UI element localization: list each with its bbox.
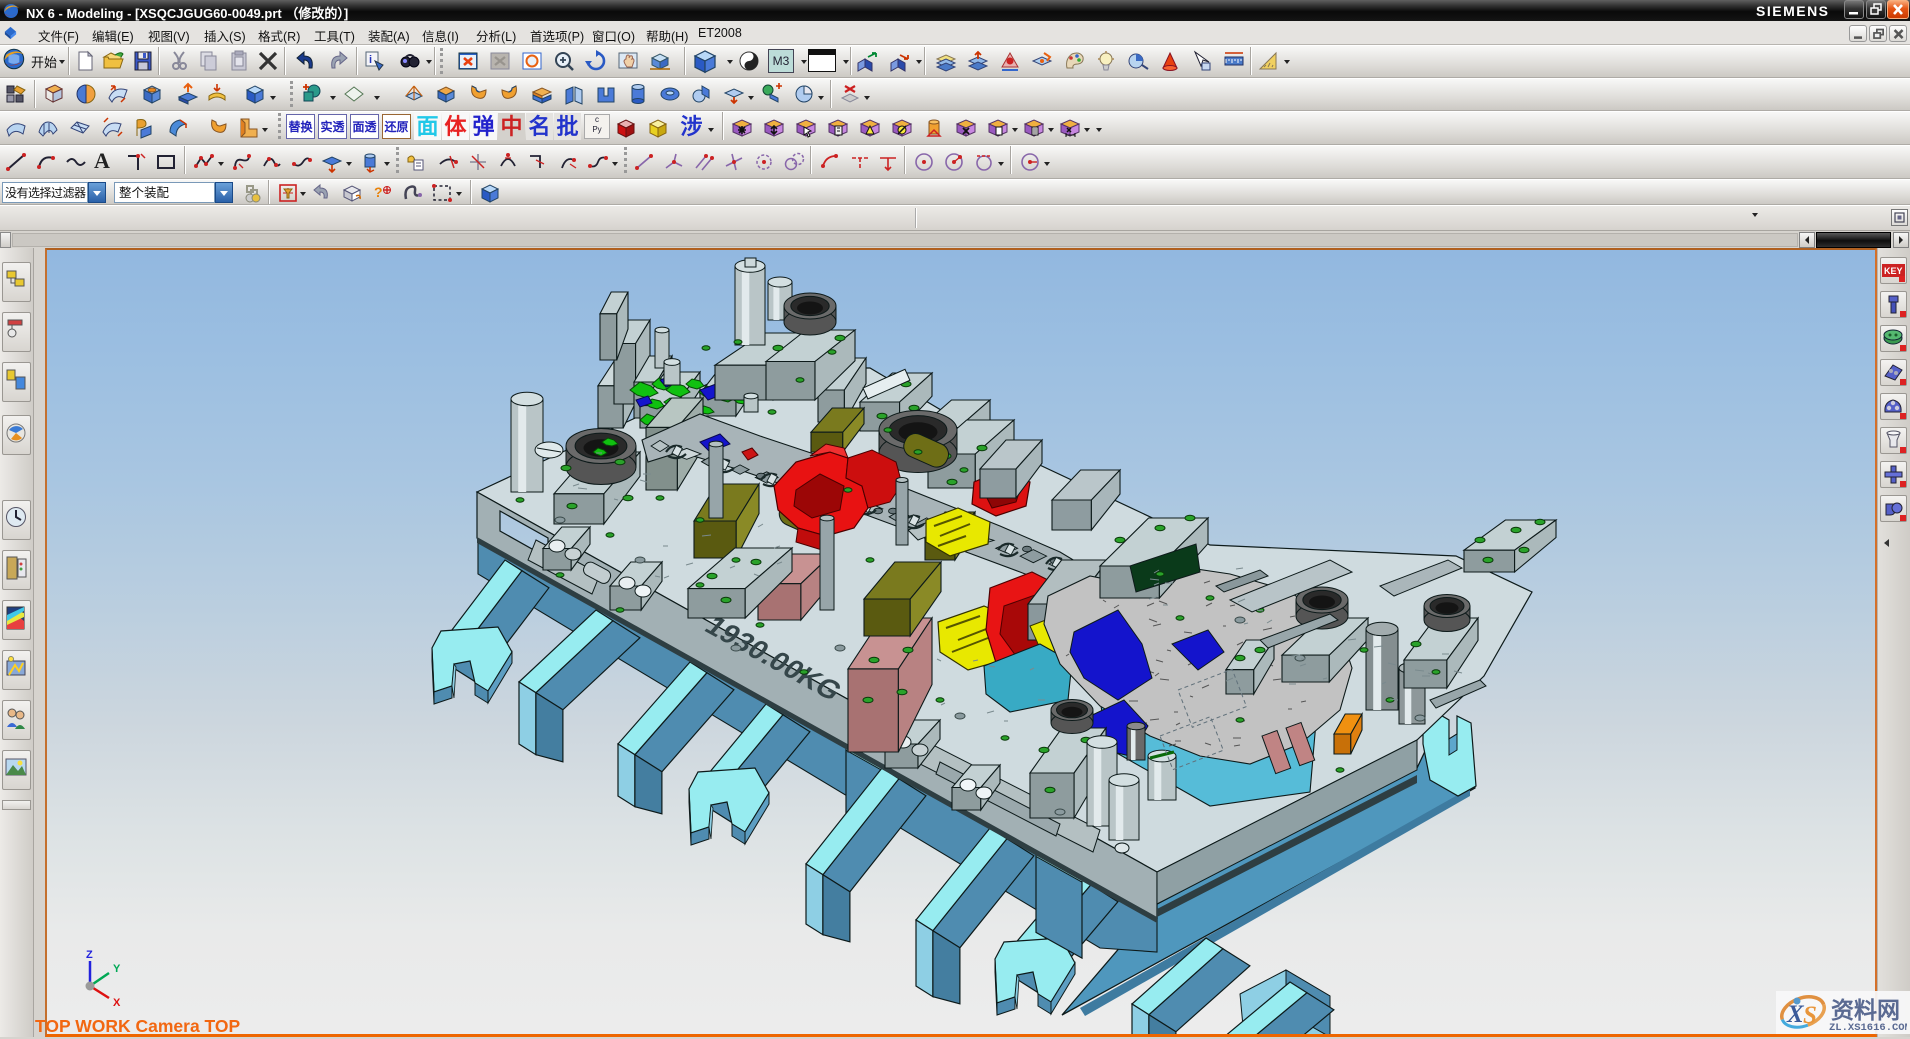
svg-text:?: ? [374,184,383,200]
svg-text:X: X [113,997,121,1008]
svg-text:Z: Z [86,949,93,961]
svg-text:资料网: 资料网 [1831,997,1900,1023]
svg-text:Y: Y [113,963,121,975]
svg-text:KEY: KEY [1884,266,1903,276]
svg-text:i: i [369,54,372,66]
svg-text:S: S [1803,1002,1817,1029]
svg-text:ZL.XS1616.COM: ZL.XS1616.COM [1829,1022,1907,1034]
